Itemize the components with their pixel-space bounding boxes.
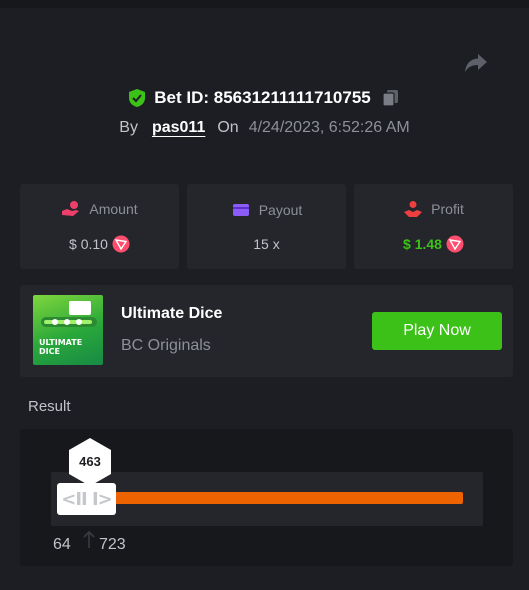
stat-profit-label: Profit [431,201,464,217]
username-link[interactable]: pas011 [152,119,205,137]
copy-icon[interactable] [381,88,401,108]
author-row: By pas011 On 4/24/2023, 6:52:26 AM [0,119,529,137]
winning-range-bar [115,492,463,504]
stat-payout-label: Payout [258,202,303,218]
game-title[interactable]: Ultimate Dice [121,305,222,323]
range-arrow-icon [83,531,95,548]
play-now-button[interactable]: Play Now [372,312,502,350]
stat-payout: Payout 15 x [187,184,346,269]
result-panel: <II I> 463 64 723 [20,429,513,566]
slider-handle[interactable]: <II I> [57,483,116,515]
game-thumbnail[interactable]: ULTIMATE DICE [33,295,103,365]
result-heading: Result [28,398,71,415]
stats-row: Amount $ 0.10 Payout 15 x Profit $ 1.48 [20,184,513,269]
stat-profit: Profit $ 1.48 [354,184,513,269]
thumbnail-caption: ULTIMATE DICE [39,338,83,356]
by-label: By [119,119,138,136]
wallet-icon [232,204,249,216]
bet-id: Bet ID: 85631211111710755 [154,88,371,107]
verified-shield-icon [129,89,146,107]
trx-coin-icon [446,235,464,253]
stat-amount: Amount $ 0.10 [20,184,179,269]
roll-result-value: 463 [79,454,101,469]
share-icon[interactable] [463,52,489,76]
game-card: ULTIMATE DICE Ultimate Dice BC Originals… [20,285,513,377]
trx-coin-icon [112,235,130,253]
range-max: 723 [99,536,126,553]
stat-payout-value: 15 x [253,236,280,252]
bet-date: 4/24/2023, 6:52:26 AM [248,119,410,136]
game-provider: BC Originals [121,337,211,354]
stat-amount-label: Amount [89,201,138,217]
stat-profit-value: $ 1.48 [403,236,442,252]
on-label: On [217,119,239,136]
range-min: 64 [53,536,71,553]
stat-amount-value: $ 0.10 [69,236,108,252]
top-edge [0,0,529,8]
profit-icon [404,201,423,217]
hand-coin-icon [62,201,80,216]
bet-id-row: Bet ID: 85631211111710755 [0,88,529,108]
